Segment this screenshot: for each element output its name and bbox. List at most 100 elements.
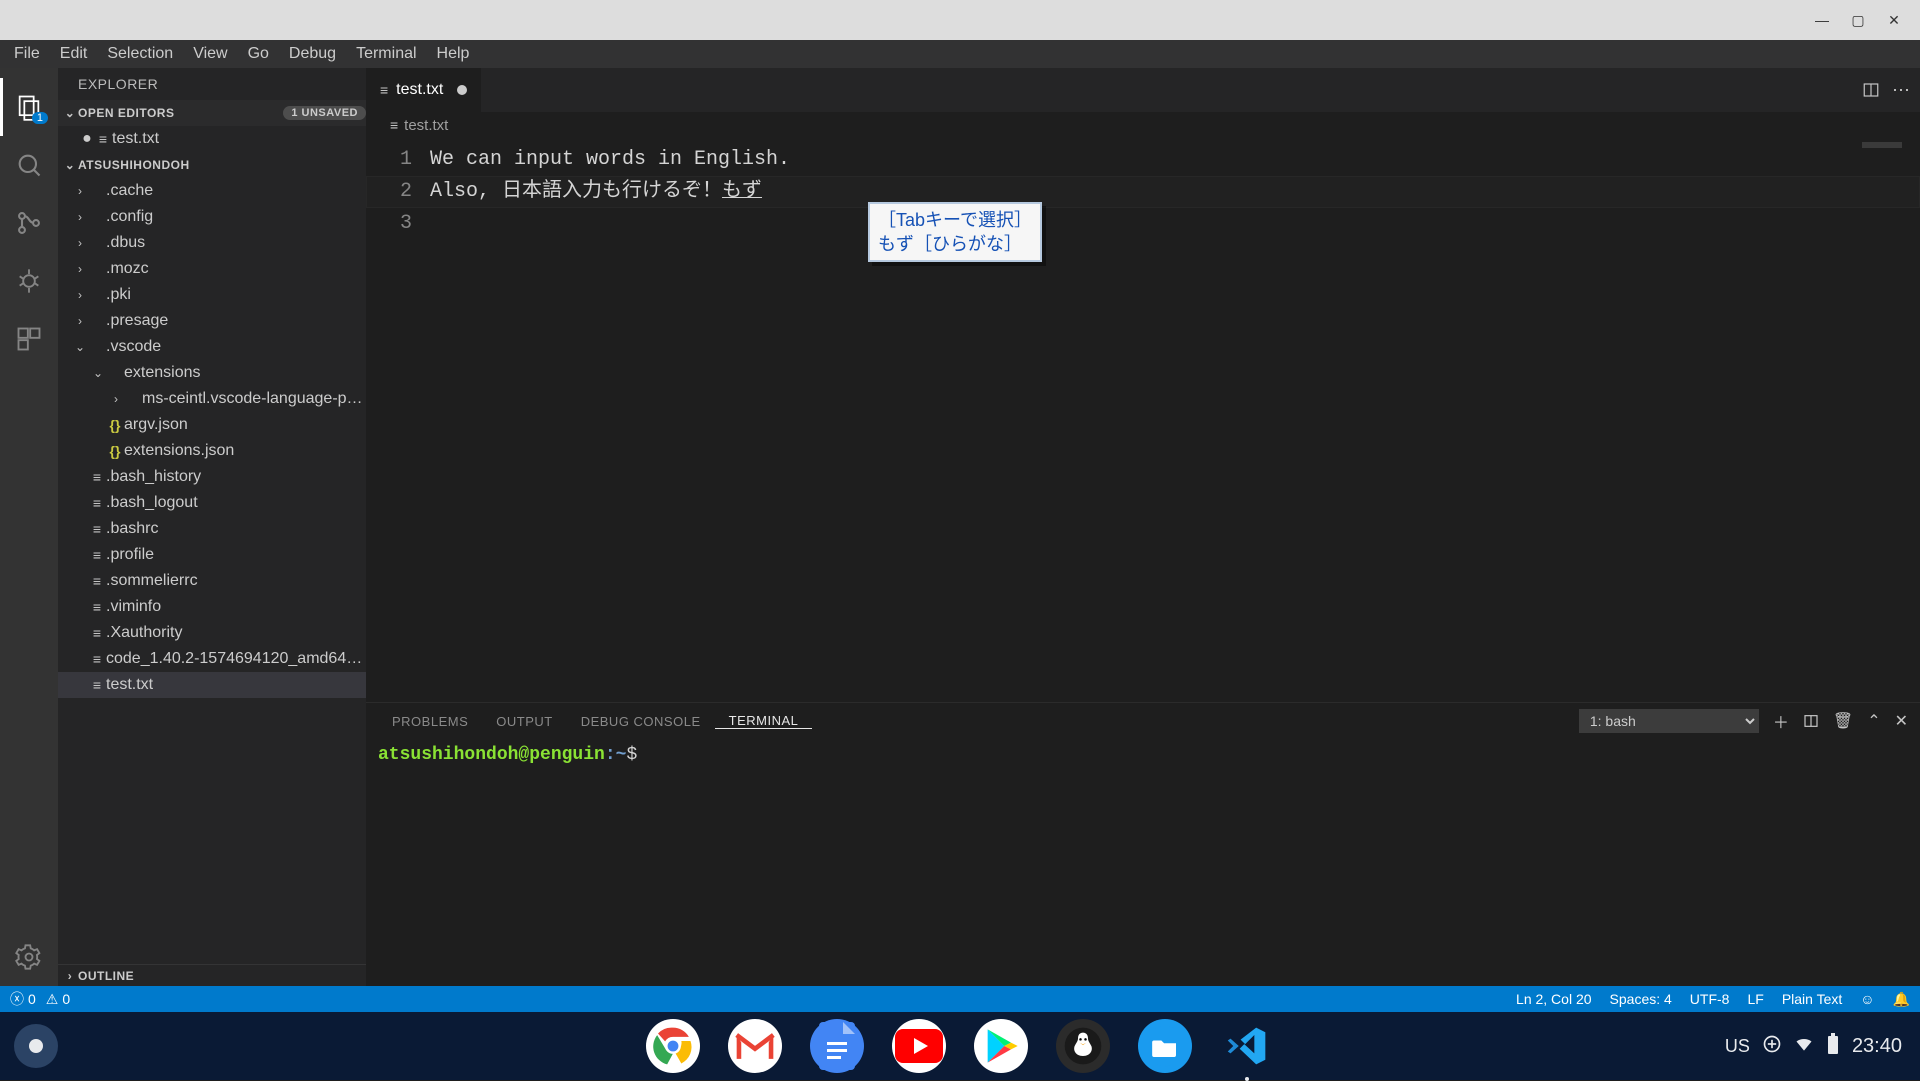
minimize-button[interactable]: —: [1804, 6, 1840, 34]
kill-terminal-icon[interactable]: 🗑: [1833, 711, 1853, 731]
shelf-app-docs[interactable]: [810, 1019, 864, 1073]
editor-actions: ⋯: [1862, 68, 1920, 112]
chevron-down-icon: ⌄: [72, 340, 88, 354]
shelf-app-chrome[interactable]: [646, 1019, 700, 1073]
status-feedback-icon[interactable]: ☺: [1860, 991, 1874, 1007]
clock[interactable]: 23:40: [1852, 1035, 1902, 1058]
warning-icon: ⚠: [46, 991, 59, 1008]
ime-candidate-popup[interactable]: ［Tabキーで選択］ もず［ひらがな］: [868, 202, 1042, 262]
error-icon: ⓧ: [10, 989, 24, 1009]
file-item[interactable]: ≡.sommelierrc: [58, 568, 366, 594]
folder-item[interactable]: ›.cache: [58, 178, 366, 204]
file-item[interactable]: ≡.bash_logout: [58, 490, 366, 516]
split-terminal-icon[interactable]: [1803, 713, 1819, 729]
file-item[interactable]: {}extensions.json: [58, 438, 366, 464]
file-item[interactable]: ≡.viminfo: [58, 594, 366, 620]
folder-item[interactable]: ›.pki: [58, 282, 366, 308]
status-eol[interactable]: LF: [1747, 991, 1763, 1007]
chevron-down-icon: ⌄: [62, 106, 78, 120]
wifi-icon[interactable]: [1794, 1034, 1814, 1059]
menu-selection[interactable]: Selection: [97, 45, 183, 63]
activity-settings-icon[interactable]: [0, 928, 58, 986]
battery-icon[interactable]: [1826, 1033, 1840, 1060]
activity-scm-icon[interactable]: [0, 194, 58, 252]
folder-item[interactable]: ›ms-ceintl.vscode-language-pack-…: [58, 386, 366, 412]
outline-section[interactable]: › OUTLINE: [58, 964, 366, 986]
status-language-mode[interactable]: Plain Text: [1782, 991, 1842, 1007]
code-content[interactable]: We can input words in English.Also, 日本語入…: [430, 138, 1920, 702]
activity-search-icon[interactable]: [0, 136, 58, 194]
open-editor-label: test.txt: [112, 130, 366, 148]
file-item[interactable]: ≡.bashrc: [58, 516, 366, 542]
open-editor-item[interactable]: ● ≡ test.txt: [58, 126, 366, 152]
status-cursor-position[interactable]: Ln 2, Col 20: [1516, 991, 1592, 1007]
close-panel-icon[interactable]: ✕: [1895, 711, 1908, 731]
new-terminal-icon[interactable]: ＋: [1773, 709, 1789, 733]
folder-item[interactable]: ⌄.vscode: [58, 334, 366, 360]
split-editor-icon[interactable]: [1862, 81, 1880, 99]
status-encoding[interactable]: UTF-8: [1690, 991, 1730, 1007]
keyboard-indicator[interactable]: US: [1725, 1036, 1750, 1057]
file-item[interactable]: ≡.Xauthority: [58, 620, 366, 646]
ime-candidate[interactable]: もず［ひらがな］: [878, 232, 1032, 256]
menu-file[interactable]: File: [4, 45, 50, 63]
activity-explorer-icon[interactable]: 1: [0, 78, 58, 136]
file-item[interactable]: {}argv.json: [58, 412, 366, 438]
folder-root-section[interactable]: ⌄ ATSUSHIHONDOH: [58, 152, 366, 178]
file-item[interactable]: ≡code_1.40.2-1574694120_amd64.…: [58, 646, 366, 672]
panel-tab-output[interactable]: OUTPUT: [482, 714, 566, 729]
activity-extensions-icon[interactable]: [0, 310, 58, 368]
chevron-right-icon: ›: [72, 262, 88, 276]
menu-help[interactable]: Help: [427, 45, 480, 63]
menu-terminal[interactable]: Terminal: [346, 45, 426, 63]
panel-tab-debug-console[interactable]: DEBUG CONSOLE: [567, 714, 715, 729]
activity-debug-icon[interactable]: [0, 252, 58, 310]
system-tray[interactable]: US 23:40: [1725, 1033, 1920, 1060]
open-editors-section[interactable]: ⌄ OPEN EDITORS 1 UNSAVED: [58, 100, 366, 126]
menu-view[interactable]: View: [183, 45, 237, 63]
menu-debug[interactable]: Debug: [279, 45, 346, 63]
file-item[interactable]: ≡.bash_history: [58, 464, 366, 490]
folder-item[interactable]: ›.config: [58, 204, 366, 230]
folder-item[interactable]: ›.presage: [58, 308, 366, 334]
maximize-button[interactable]: ▢: [1840, 6, 1876, 34]
chevron-right-icon: ›: [72, 184, 88, 198]
text-editor[interactable]: 123 We can input words in English.Also, …: [366, 138, 1920, 702]
accessibility-icon[interactable]: [1762, 1034, 1782, 1059]
shelf-app-linux[interactable]: [1056, 1019, 1110, 1073]
close-button[interactable]: ✕: [1876, 6, 1912, 34]
terminal[interactable]: atsushihondoh@penguin:~$: [366, 739, 1920, 986]
terminal-selector[interactable]: 1: bash: [1579, 709, 1759, 733]
file-item[interactable]: ≡.profile: [58, 542, 366, 568]
file-item[interactable]: ≡test.txt: [58, 672, 366, 698]
folder-item[interactable]: ›.dbus: [58, 230, 366, 256]
menu-edit[interactable]: Edit: [50, 45, 98, 63]
status-notifications-icon[interactable]: 🔔: [1893, 991, 1910, 1008]
folder-item[interactable]: ›.mozc: [58, 256, 366, 282]
more-actions-icon[interactable]: ⋯: [1892, 80, 1910, 101]
launcher-button[interactable]: [14, 1024, 58, 1068]
breadcrumb[interactable]: ≡ test.txt: [366, 112, 1920, 138]
status-indentation[interactable]: Spaces: 4: [1610, 991, 1672, 1007]
folder-item[interactable]: ⌄extensions: [58, 360, 366, 386]
minimap[interactable]: [1862, 142, 1902, 148]
sidebar-title: EXPLORER: [58, 68, 366, 100]
panel-tab-problems[interactable]: PROBLEMS: [378, 714, 482, 729]
tree-item-label: .dbus: [106, 234, 366, 252]
shelf-app-youtube[interactable]: [892, 1019, 946, 1073]
chevron-down-icon: ⌄: [62, 158, 78, 172]
maximize-panel-icon[interactable]: ⌃: [1867, 711, 1880, 731]
tab-test-txt[interactable]: ≡ test.txt: [366, 68, 482, 112]
status-warnings[interactable]: ⚠0: [46, 991, 70, 1008]
shelf-app-files[interactable]: [1138, 1019, 1192, 1073]
panel-tab-terminal[interactable]: TERMINAL: [715, 713, 813, 729]
status-errors[interactable]: ⓧ0: [10, 989, 36, 1009]
explorer-sidebar: EXPLORER ⌄ OPEN EDITORS 1 UNSAVED ● ≡ te…: [58, 68, 366, 986]
text-file-icon: ≡: [88, 573, 106, 589]
shelf-app-vscode[interactable]: [1220, 1019, 1274, 1073]
tree-item-label: .presage: [106, 312, 366, 330]
shelf-app-gmail[interactable]: [728, 1019, 782, 1073]
shelf-app-play[interactable]: [974, 1019, 1028, 1073]
tree-item-label: argv.json: [124, 416, 366, 434]
menu-go[interactable]: Go: [238, 45, 279, 63]
